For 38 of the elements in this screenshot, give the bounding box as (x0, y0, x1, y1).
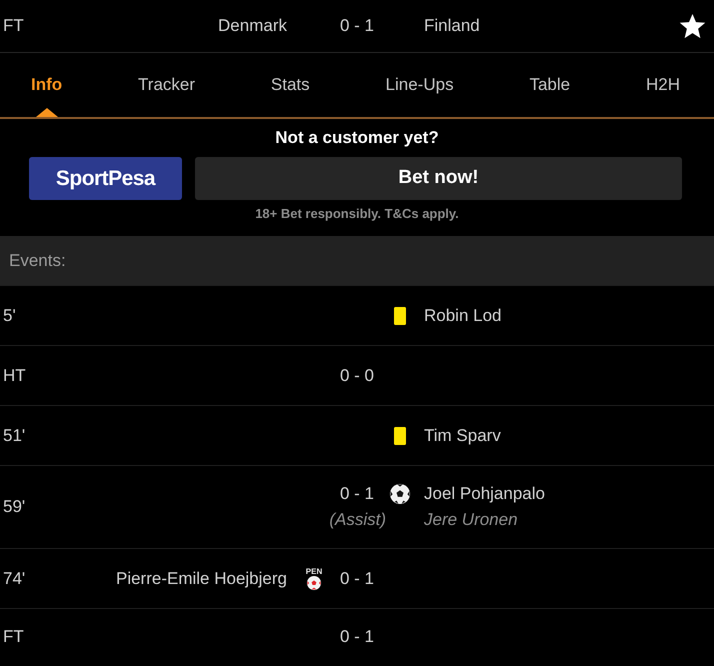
match-score: 0 - 1 (340, 15, 374, 38)
player-name: Joel Pohjanpalo (423, 483, 546, 505)
soccer-ball-icon (390, 484, 410, 504)
booking-card-icon (394, 306, 406, 324)
event-minute: HT (2, 364, 27, 386)
player-name: Robin Lod (423, 304, 503, 326)
penalty-ball-icon (306, 576, 321, 590)
event-minute: 5' (2, 304, 17, 326)
penalty-label: PEN (306, 568, 322, 576)
event-minute: 59' (2, 496, 26, 518)
player-name: Pierre-Emile Hoejbjerg (116, 568, 288, 590)
bet-now-button[interactable]: Bet now! (195, 157, 682, 200)
event-minute: FT (2, 626, 25, 648)
event-score: 0 - 1 (340, 568, 374, 590)
tab[interactable]: Stats (270, 53, 310, 117)
event-minute: 51' (2, 424, 26, 446)
tab[interactable]: Table (529, 53, 570, 117)
away-team-name: Finland (424, 15, 480, 38)
home-team-name: Denmark (218, 15, 288, 38)
tab[interactable]: H2H (646, 53, 680, 117)
event-score: 0 - 1 (340, 483, 374, 505)
match-status: FT (2, 15, 25, 38)
assist-player-name: Jere Uronen (423, 509, 519, 531)
tab[interactable]: Line-Ups (386, 53, 454, 117)
brand-logo: SportPesa (29, 157, 182, 200)
events-header: Events: (0, 236, 714, 285)
event-score: 0 - 0 (340, 364, 374, 386)
player-name: Tim Sparv (423, 424, 502, 446)
promo-title: Not a customer yet? (275, 128, 439, 148)
event-score: 0 - 1 (340, 626, 374, 648)
event-minute: 74' (2, 568, 26, 590)
disclaimer-text: 18+ Bet responsibly. T&Cs apply. (255, 206, 459, 222)
star-icon[interactable] (679, 13, 706, 39)
booking-card-icon (394, 426, 406, 444)
assist-label: (Assist) (329, 509, 386, 531)
triangle-indicator-icon (36, 108, 58, 117)
tab[interactable]: Tracker (138, 53, 196, 117)
tab[interactable]: Info (31, 53, 62, 117)
